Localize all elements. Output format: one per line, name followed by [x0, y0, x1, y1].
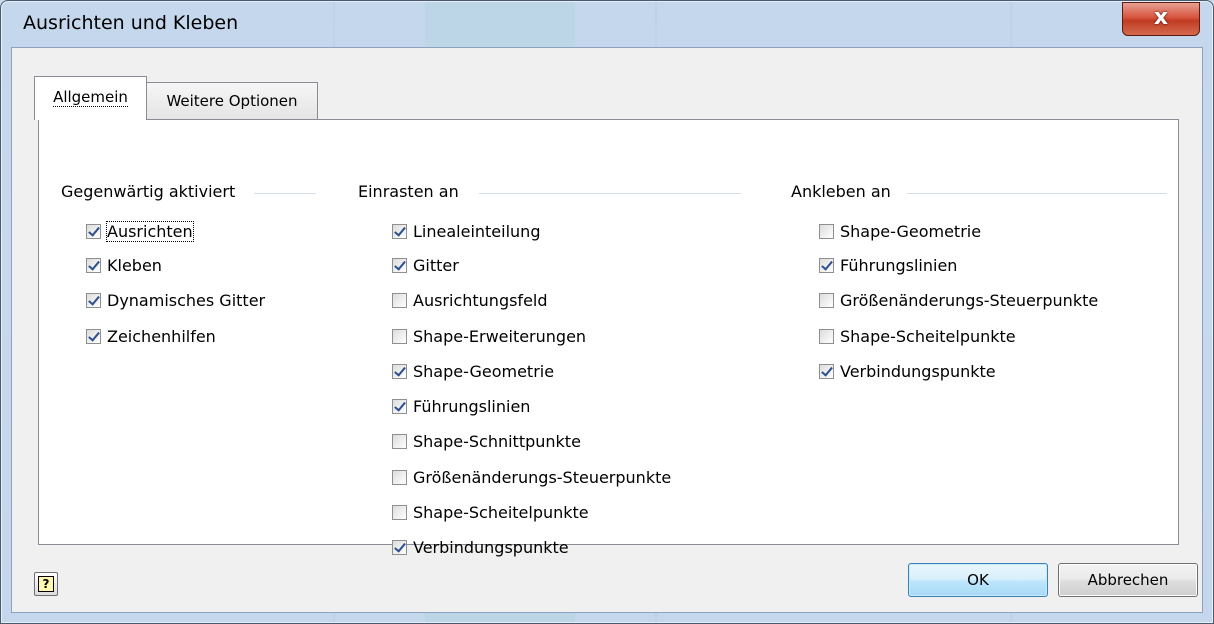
help-icon: ?: [38, 576, 54, 592]
checkbox-shape-geometrie-snap[interactable]: Shape-Geometrie: [392, 360, 554, 382]
checkbox-label: Größenänderungs-Steuerpunkte: [413, 467, 672, 487]
checkbox-zeichenhilfen[interactable]: Zeichenhilfen: [86, 325, 216, 347]
checkbox-box[interactable]: [86, 223, 101, 239]
checkbox-label: Verbindungspunkte: [840, 361, 996, 381]
checkbox-fuehrungslinien-snap[interactable]: Führungslinien: [392, 395, 530, 417]
checkbox-label: Größenänderungs-Steuerpunkte: [840, 290, 1099, 310]
checkbox-box[interactable]: [819, 257, 834, 273]
checkbox-box[interactable]: [392, 257, 407, 273]
checkbox-label: Shape-Schnittpunkte: [413, 431, 581, 451]
checkbox-dynamisches-gitter[interactable]: Dynamisches Gitter: [86, 289, 265, 311]
checkbox-shape-schnittpunkte[interactable]: Shape-Schnittpunkte: [392, 430, 581, 452]
checkbox-label: Shape-Geometrie: [413, 361, 555, 381]
checkbox-box[interactable]: [819, 363, 834, 379]
checkbox-ausrichtungsfeld[interactable]: Ausrichtungsfeld: [392, 289, 548, 311]
group-separator: [479, 193, 741, 194]
checkbox-groessenaenderungs-steuerpunkte-glue[interactable]: Größenänderungs-Steuerpunkte: [819, 289, 1098, 311]
checkbox-verbindungspunkte-snap[interactable]: Verbindungspunkte: [392, 536, 569, 558]
tab-panel-allgemein: Gegenwärtig aktiviert Ausrichten Kleben …: [38, 119, 1179, 557]
checkbox-label: Shape-Scheitelpunkte: [840, 326, 1016, 346]
checkbox-label: Verbindungspunkte: [413, 537, 569, 557]
checkbox-verbindungspunkte-glue[interactable]: Verbindungspunkte: [819, 360, 996, 382]
checkbox-linealeinteilung[interactable]: Linealeinteilung: [392, 220, 540, 242]
checkbox-groessenaenderungs-steuerpunkte-snap[interactable]: Größenänderungs-Steuerpunkte: [392, 466, 671, 488]
tab-label: Allgemein: [53, 88, 128, 107]
checkbox-box[interactable]: [392, 539, 407, 555]
close-button[interactable]: x: [1122, 2, 1200, 36]
checkbox-box[interactable]: [392, 223, 407, 239]
checkbox-box[interactable]: [392, 469, 407, 485]
checkbox-label: Ausrichten: [106, 220, 194, 242]
checkbox-shape-erweiterungen[interactable]: Shape-Erweiterungen: [392, 325, 586, 347]
title-bar[interactable]: Ausrichten und Kleben x: [1, 1, 1213, 47]
checkbox-box[interactable]: [392, 328, 407, 344]
tab-weitere-optionen[interactable]: Weitere Optionen: [146, 82, 318, 120]
checkbox-kleben[interactable]: Kleben: [86, 254, 162, 276]
checkbox-label: Ausrichtungsfeld: [413, 290, 548, 310]
checkbox-ausrichten[interactable]: Ausrichten: [86, 220, 194, 242]
checkbox-fuehrungslinien-glue[interactable]: Führungslinien: [819, 254, 957, 276]
checkbox-box[interactable]: [819, 223, 834, 239]
checkbox-label: Kleben: [107, 255, 162, 275]
group-title-current: Gegenwärtig aktiviert: [61, 182, 242, 201]
checkbox-box[interactable]: [392, 398, 407, 414]
checkbox-shape-scheitelpunkte-snap[interactable]: Shape-Scheitelpunkte: [392, 501, 589, 523]
tab-allgemein[interactable]: Allgemein: [34, 76, 147, 120]
checkbox-box[interactable]: [392, 504, 407, 520]
dialog-client-area: Allgemein Weitere Optionen Gegenwärtig a…: [11, 47, 1203, 613]
group-title-snap: Einrasten an: [358, 182, 465, 201]
checkbox-box[interactable]: [819, 328, 834, 344]
group-title-glue: Ankleben an: [791, 182, 897, 201]
checkbox-label: Dynamisches Gitter: [107, 290, 266, 310]
checkbox-shape-geometrie-glue[interactable]: Shape-Geometrie: [819, 220, 981, 242]
checkbox-gitter[interactable]: Gitter: [392, 254, 459, 276]
checkbox-box[interactable]: [392, 363, 407, 379]
help-button[interactable]: ?: [34, 572, 58, 596]
cancel-button[interactable]: Abbrechen: [1058, 563, 1198, 597]
checkbox-label: Führungslinien: [413, 396, 531, 416]
group-separator: [254, 193, 316, 194]
checkbox-shape-scheitelpunkte-glue[interactable]: Shape-Scheitelpunkte: [819, 325, 1016, 347]
checkbox-box[interactable]: [86, 292, 101, 308]
dialog-window: Ausrichten und Kleben x Allgemein Weiter…: [0, 0, 1214, 624]
checkbox-label: Shape-Erweiterungen: [413, 326, 587, 346]
ok-button[interactable]: OK: [908, 563, 1048, 597]
checkbox-label: Shape-Scheitelpunkte: [413, 502, 589, 522]
group-separator: [907, 193, 1167, 194]
close-icon: x: [1153, 5, 1169, 30]
checkbox-label: Führungslinien: [840, 255, 958, 275]
checkbox-label: Shape-Geometrie: [840, 221, 982, 241]
checkbox-label: Zeichenhilfen: [107, 326, 216, 346]
checkbox-box[interactable]: [392, 433, 407, 449]
dialog-title: Ausrichten und Kleben: [23, 12, 239, 34]
checkbox-box[interactable]: [819, 292, 834, 308]
checkbox-label: Linealeinteilung: [413, 221, 541, 241]
checkbox-box[interactable]: [86, 257, 101, 273]
checkbox-box[interactable]: [86, 328, 101, 344]
tab-label: Weitere Optionen: [166, 92, 298, 110]
checkbox-box[interactable]: [392, 292, 407, 308]
checkbox-label: Gitter: [413, 255, 459, 275]
